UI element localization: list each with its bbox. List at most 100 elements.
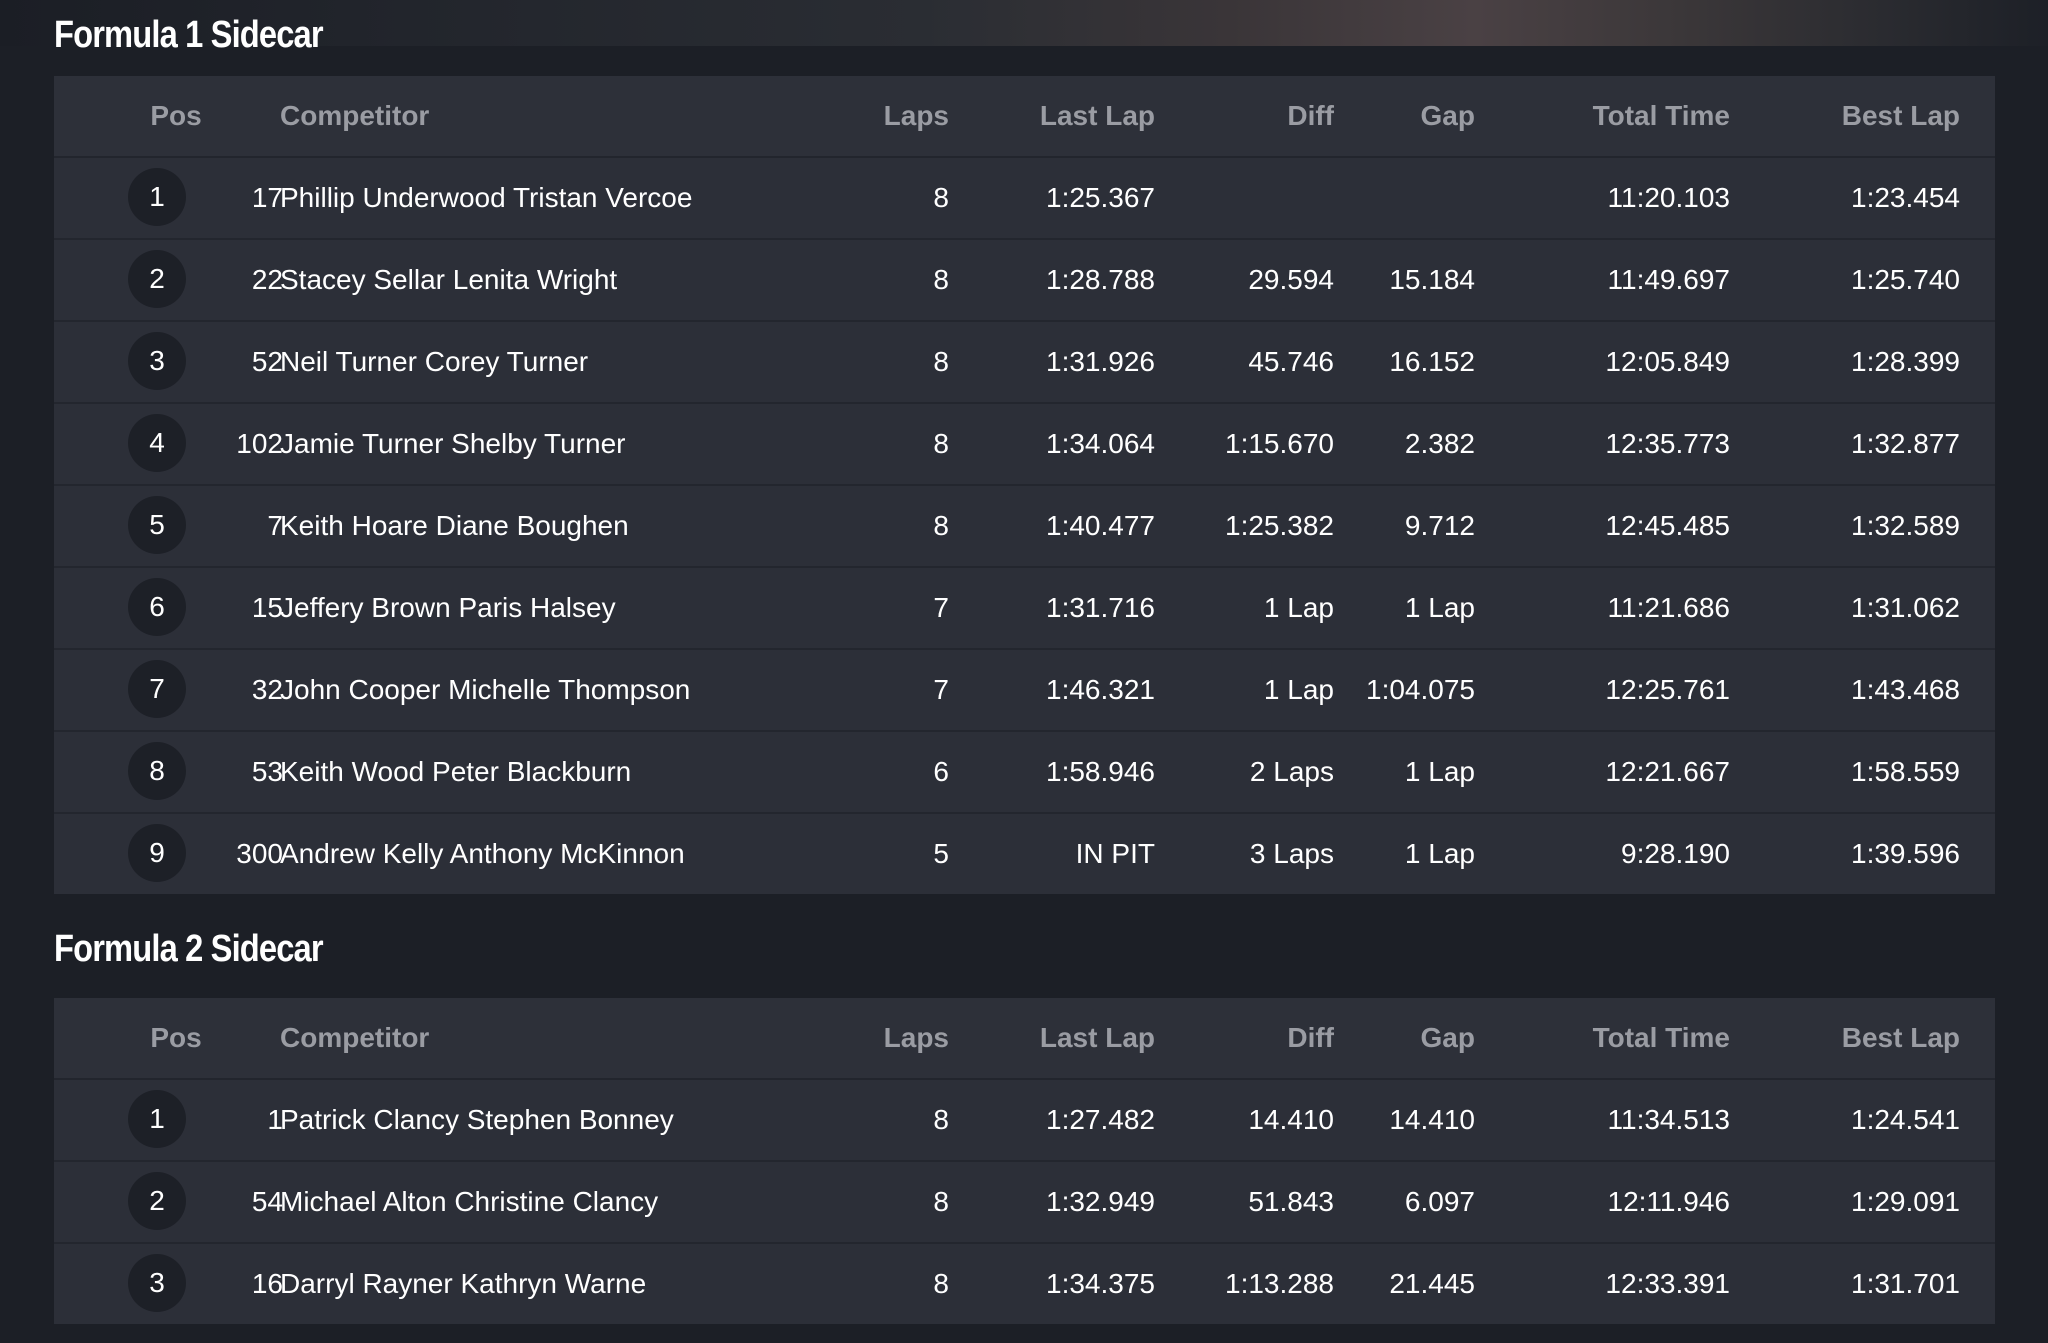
table-body: 1 17 Phillip Underwood Tristan Vercoe 8 1:25… <box>54 158 1995 894</box>
competitor-name: Keith Hoare Diane Boughen <box>280 510 629 541</box>
table-row[interactable]: 5 7 Keith Hoare Diane Boughen 8 1:40.477 1:25… <box>54 486 1995 568</box>
gap-cell: 9.712 <box>1404 510 1475 541</box>
gap-cell: 16.152 <box>1389 346 1475 377</box>
table-row[interactable]: 1 17 Phillip Underwood Tristan Vercoe 8 1:25… <box>54 158 1995 240</box>
laps-cell: 8 <box>933 1186 949 1217</box>
competitor-number: 15 <box>251 592 283 623</box>
gap-cell: 2.382 <box>1404 428 1475 459</box>
position-badge: 2 <box>128 1172 186 1230</box>
table-header: Pos Competitor Laps Last Lap Diff Gap To… <box>54 998 1995 1080</box>
competitor-name: Neil Turner Corey Turner <box>280 346 589 377</box>
table-row[interactable]: 3 52 Neil Turner Corey Turner 8 1:31.926 45.7… <box>54 322 1995 404</box>
table-row[interactable]: 2 22 Stacey Sellar Lenita Wright 8 1:28.788 2… <box>54 240 1995 322</box>
last-lap-cell: 1:27.482 <box>1046 1104 1155 1135</box>
column-header-gap[interactable]: Gap <box>1421 998 1475 1078</box>
position-badge: 7 <box>128 660 186 718</box>
competitor-number: 300 <box>236 838 283 869</box>
column-header-total-time[interactable]: Total Time <box>1593 998 1730 1078</box>
best-lap-cell: 1:58.559 <box>1851 756 1960 787</box>
column-header-laps[interactable]: Laps <box>884 998 949 1078</box>
last-lap-cell: 1:31.716 <box>1046 592 1155 623</box>
column-header-last-lap[interactable]: Last Lap <box>1040 76 1155 156</box>
competitor-name: Darryl Rayner Kathryn Warne <box>280 1268 647 1299</box>
diff-cell: 1 Lap <box>1263 592 1334 623</box>
gap-cell: 6.097 <box>1404 1186 1475 1217</box>
best-lap-cell: 1:29.091 <box>1851 1186 1960 1217</box>
position-badge: 1 <box>128 168 186 226</box>
gap-cell: 1:04.075 <box>1366 674 1475 705</box>
last-lap-cell: 1:32.949 <box>1046 1186 1155 1217</box>
last-lap-cell: 1:58.946 <box>1046 756 1155 787</box>
gap-cell: 21.445 <box>1389 1268 1475 1299</box>
table-row[interactable]: 7 32 John Cooper Michelle Thompson 7 1:46.32… <box>54 650 1995 732</box>
best-lap-cell: 1:43.468 <box>1851 674 1960 705</box>
column-header-best-lap[interactable]: Best Lap <box>1842 998 1960 1078</box>
last-lap-cell: 1:46.321 <box>1046 674 1155 705</box>
column-header-pos[interactable]: Pos <box>136 76 216 156</box>
competitor-name: Andrew Kelly Anthony McKinnon <box>280 838 685 869</box>
column-header-best-lap[interactable]: Best Lap <box>1842 76 1960 156</box>
diff-cell: 1:25.382 <box>1225 510 1334 541</box>
table-row[interactable]: 3 16 Darryl Rayner Kathryn Warne 8 1:34.375 1… <box>54 1244 1995 1324</box>
laps-cell: 5 <box>933 838 949 869</box>
column-header-laps[interactable]: Laps <box>884 76 949 156</box>
laps-cell: 8 <box>933 428 949 459</box>
total-time-cell: 11:20.103 <box>1607 182 1731 213</box>
laps-cell: 8 <box>933 1268 949 1299</box>
competitor-number: 32 <box>251 674 283 705</box>
position-badge: 8 <box>128 742 186 800</box>
position-badge: 5 <box>128 496 186 554</box>
diff-cell: 1 Lap <box>1263 674 1334 705</box>
competitor-name: John Cooper Michelle Thompson <box>280 674 691 705</box>
position-badge: 6 <box>128 578 186 636</box>
diff-cell: 1:15.670 <box>1225 428 1334 459</box>
laps-cell: 8 <box>933 510 949 541</box>
column-header-competitor[interactable]: Competitor <box>280 76 429 156</box>
diff-cell: 2 Laps <box>1249 756 1334 787</box>
total-time-cell: 12:21.667 <box>1605 756 1730 787</box>
section-title: Formula 1 Sidecar <box>54 14 324 56</box>
last-lap-cell: 1:25.367 <box>1046 182 1155 213</box>
laps-cell: 8 <box>933 1104 949 1135</box>
results-page: Formula 1 Sidecar Pos Competitor Laps La… <box>0 0 2048 1343</box>
best-lap-cell: 1:32.877 <box>1851 428 1960 459</box>
competitor-name: Keith Wood Peter Blackburn <box>280 756 632 787</box>
best-lap-cell: 1:39.596 <box>1851 838 1960 869</box>
last-lap-cell: IN PIT <box>1075 838 1155 869</box>
laps-cell: 7 <box>933 592 949 623</box>
last-lap-cell: 1:31.926 <box>1046 346 1155 377</box>
gap-cell: 1 Lap <box>1404 838 1475 869</box>
total-time-cell: 9:28.190 <box>1621 838 1730 869</box>
column-header-total-time[interactable]: Total Time <box>1593 76 1730 156</box>
total-time-cell: 12:05.849 <box>1605 346 1730 377</box>
column-header-last-lap[interactable]: Last Lap <box>1040 998 1155 1078</box>
column-header-pos[interactable]: Pos <box>136 998 216 1078</box>
position-badge: 2 <box>128 250 186 308</box>
diff-cell: 29.594 <box>1248 264 1334 295</box>
column-header-diff[interactable]: Diff <box>1287 998 1334 1078</box>
table-row[interactable]: 9 300 Andrew Kelly Anthony McKinnon 5 IN PIT… <box>54 814 1995 894</box>
column-header-diff[interactable]: Diff <box>1287 76 1334 156</box>
competitor-name: Phillip Underwood Tristan Vercoe <box>280 182 693 213</box>
table-row[interactable]: 1 1 Patrick Clancy Stephen Bonney 8 1:27.482… <box>54 1080 1995 1162</box>
competitor-number: 22 <box>251 264 283 295</box>
best-lap-cell: 1:24.541 <box>1851 1104 1960 1135</box>
competitor-name: Jeffery Brown Paris Halsey <box>280 592 616 623</box>
competitor-name: Jamie Turner Shelby Turner <box>280 428 626 459</box>
competitor-name: Patrick Clancy Stephen Bonney <box>280 1104 674 1135</box>
position-badge: 4 <box>128 414 186 472</box>
table-row[interactable]: 4 102 Jamie Turner Shelby Turner 8 1:34.064 1… <box>54 404 1995 486</box>
table-body: 1 1 Patrick Clancy Stephen Bonney 8 1:27.482… <box>54 1080 1995 1324</box>
table-row[interactable]: 8 53 Keith Wood Peter Blackburn 6 1:58.946 2 … <box>54 732 1995 814</box>
last-lap-cell: 1:34.375 <box>1046 1268 1155 1299</box>
column-header-competitor[interactable]: Competitor <box>280 998 429 1078</box>
column-header-gap[interactable]: Gap <box>1421 76 1475 156</box>
diff-cell: 14.410 <box>1248 1104 1334 1135</box>
table-row[interactable]: 2 54 Michael Alton Christine Clancy 8 1:32.9… <box>54 1162 1995 1244</box>
gap-cell: 15.184 <box>1389 264 1475 295</box>
total-time-cell: 11:49.697 <box>1607 264 1731 295</box>
table-row[interactable]: 6 15 Jeffery Brown Paris Halsey 7 1:31.716 1 … <box>54 568 1995 650</box>
diff-cell: 51.843 <box>1248 1186 1334 1217</box>
competitor-number: 16 <box>251 1268 283 1299</box>
position-badge: 1 <box>128 1090 186 1148</box>
